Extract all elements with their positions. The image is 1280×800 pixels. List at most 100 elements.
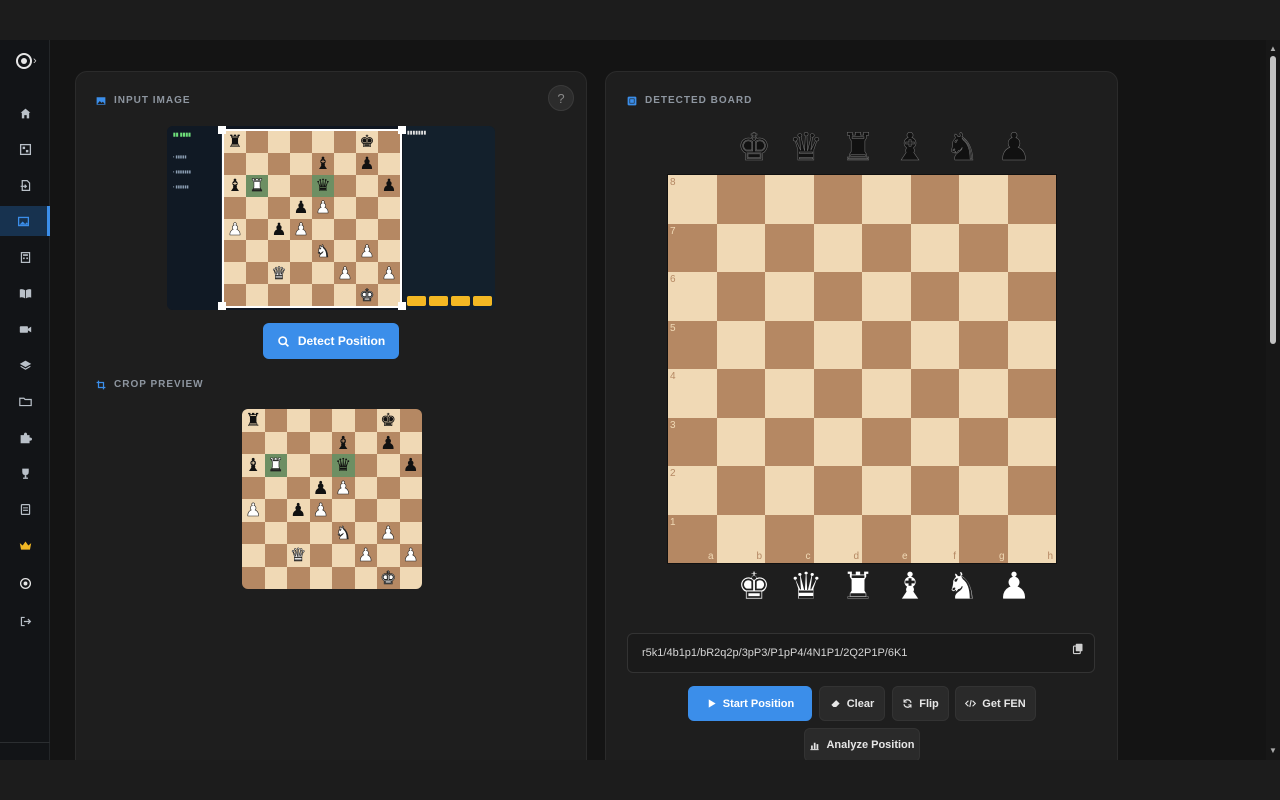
board-square[interactable] (813, 466, 862, 515)
analyze-position-button[interactable]: Analyze Position (804, 728, 920, 762)
board-square[interactable] (959, 417, 1008, 466)
board-square[interactable] (716, 175, 765, 224)
white-pawn-piece[interactable]: ♟ (994, 567, 1034, 608)
flip-button[interactable]: Flip (892, 686, 949, 721)
board-square[interactable] (765, 223, 814, 272)
sidebar-item-board[interactable] (0, 134, 50, 164)
black-pawn-piece[interactable]: ♟ (994, 128, 1034, 169)
sidebar-item-video[interactable] (0, 314, 50, 344)
board-square[interactable] (959, 320, 1008, 369)
scroll-up-arrow-icon[interactable]: ▲ (1269, 44, 1277, 53)
board-square[interactable]: g (959, 514, 1008, 563)
board-square[interactable] (959, 466, 1008, 515)
black-queen-piece[interactable]: ♛ (786, 128, 826, 169)
board-square[interactable] (765, 320, 814, 369)
expand-chevron-icon[interactable]: › (33, 55, 37, 67)
board-square[interactable] (765, 417, 814, 466)
board-square[interactable] (765, 272, 814, 321)
board-square[interactable] (862, 223, 911, 272)
board-square[interactable] (959, 272, 1008, 321)
help-button[interactable]: ? (548, 85, 574, 111)
board-square[interactable] (1007, 175, 1056, 224)
get-fen-button[interactable]: Get FEN (955, 686, 1036, 721)
black-bishop-piece[interactable]: ♝ (890, 128, 930, 169)
board-square[interactable] (959, 369, 1008, 418)
board-square[interactable]: b (716, 514, 765, 563)
white-knight-piece[interactable]: ♞ (942, 567, 982, 608)
board-square[interactable] (765, 175, 814, 224)
board-square[interactable] (910, 466, 959, 515)
board-square[interactable] (1007, 223, 1056, 272)
crop-selection[interactable] (222, 129, 402, 308)
sidebar-item-folder[interactable] (0, 386, 50, 416)
board-square[interactable] (716, 369, 765, 418)
board-square[interactable] (959, 175, 1008, 224)
board-square[interactable]: 8 (668, 175, 717, 224)
board-square[interactable] (959, 223, 1008, 272)
board-square[interactable] (765, 466, 814, 515)
black-rook-piece[interactable]: ♜ (838, 128, 878, 169)
board-square[interactable] (1007, 417, 1056, 466)
board-square[interactable] (862, 417, 911, 466)
crop-handle-bottom-right[interactable] (398, 302, 406, 310)
board-square[interactable] (862, 175, 911, 224)
sidebar-item-trophy[interactable] (0, 458, 50, 488)
black-king-piece[interactable]: ♚ (734, 128, 774, 169)
board-square[interactable]: d (813, 514, 862, 563)
sidebar-item-premium[interactable] (0, 530, 50, 560)
board-square[interactable]: 1a (668, 514, 717, 563)
page-scrollbar[interactable]: ▲ ▼ (1266, 40, 1280, 760)
board-square[interactable]: 5 (668, 320, 717, 369)
black-knight-piece[interactable]: ♞ (942, 128, 982, 169)
board-square[interactable] (716, 466, 765, 515)
crop-handle-top-right[interactable] (398, 126, 406, 134)
sidebar-item-home[interactable] (0, 98, 50, 128)
white-bishop-piece[interactable]: ♝ (890, 567, 930, 608)
sidebar-item-import[interactable] (0, 170, 50, 200)
crop-handle-bottom-left[interactable] (218, 302, 226, 310)
detect-position-button[interactable]: Detect Position (263, 323, 399, 359)
board-square[interactable] (1007, 320, 1056, 369)
fen-field[interactable]: r5k1/4b1p1/bR2q2p/3pP3/P1pP4/4N1P1/2Q2P1… (627, 633, 1095, 673)
board-square[interactable]: h (1007, 514, 1056, 563)
sidebar-item-layers[interactable] (0, 350, 50, 380)
board-square[interactable] (910, 175, 959, 224)
copy-icon[interactable] (1072, 643, 1084, 655)
board-square[interactable] (1007, 369, 1056, 418)
uploaded-screenshot[interactable]: ▮▮ ▮▮▮▮ ▪ ▮▮▮▮▮ ▪ ▮▮▮▮▮▮▮ ▪ ▮▮▮▮▮▮ ♜ ♚ ♝ ♟ ♝… (167, 126, 495, 310)
board-square[interactable]: 4 (668, 369, 717, 418)
board-square[interactable]: c (765, 514, 814, 563)
board-square[interactable] (716, 417, 765, 466)
board-square[interactable]: f (910, 514, 959, 563)
clear-button[interactable]: Clear (819, 686, 885, 721)
scroll-down-arrow-icon[interactable]: ▼ (1269, 746, 1277, 755)
board-square[interactable] (910, 369, 959, 418)
board-square[interactable] (910, 417, 959, 466)
board-square[interactable] (862, 320, 911, 369)
white-queen-piece[interactable]: ♛ (786, 567, 826, 608)
board-square[interactable] (813, 223, 862, 272)
sidebar-item-puzzle[interactable] (0, 422, 50, 452)
board-square[interactable] (1007, 466, 1056, 515)
board-square[interactable]: 2 (668, 466, 717, 515)
white-king-piece[interactable]: ♚ (734, 567, 774, 608)
sidebar-item-notes[interactable] (0, 494, 50, 524)
board-square[interactable] (813, 369, 862, 418)
board-square[interactable] (1007, 272, 1056, 321)
board-square[interactable] (910, 320, 959, 369)
sidebar-item-engine[interactable] (0, 568, 50, 598)
board-square[interactable] (910, 223, 959, 272)
board-square[interactable] (813, 417, 862, 466)
app-logo[interactable]: › (16, 52, 44, 70)
board-square[interactable] (862, 272, 911, 321)
board-square[interactable] (765, 369, 814, 418)
sidebar-item-learn[interactable] (0, 278, 50, 308)
board-square[interactable] (716, 320, 765, 369)
board-square[interactable] (862, 369, 911, 418)
board-square[interactable]: 3 (668, 417, 717, 466)
sidebar-item-logout[interactable] (0, 606, 50, 636)
board-square[interactable] (813, 272, 862, 321)
board-square[interactable] (862, 466, 911, 515)
board-square[interactable] (813, 320, 862, 369)
sidebar-item-calculator[interactable] (0, 242, 50, 272)
